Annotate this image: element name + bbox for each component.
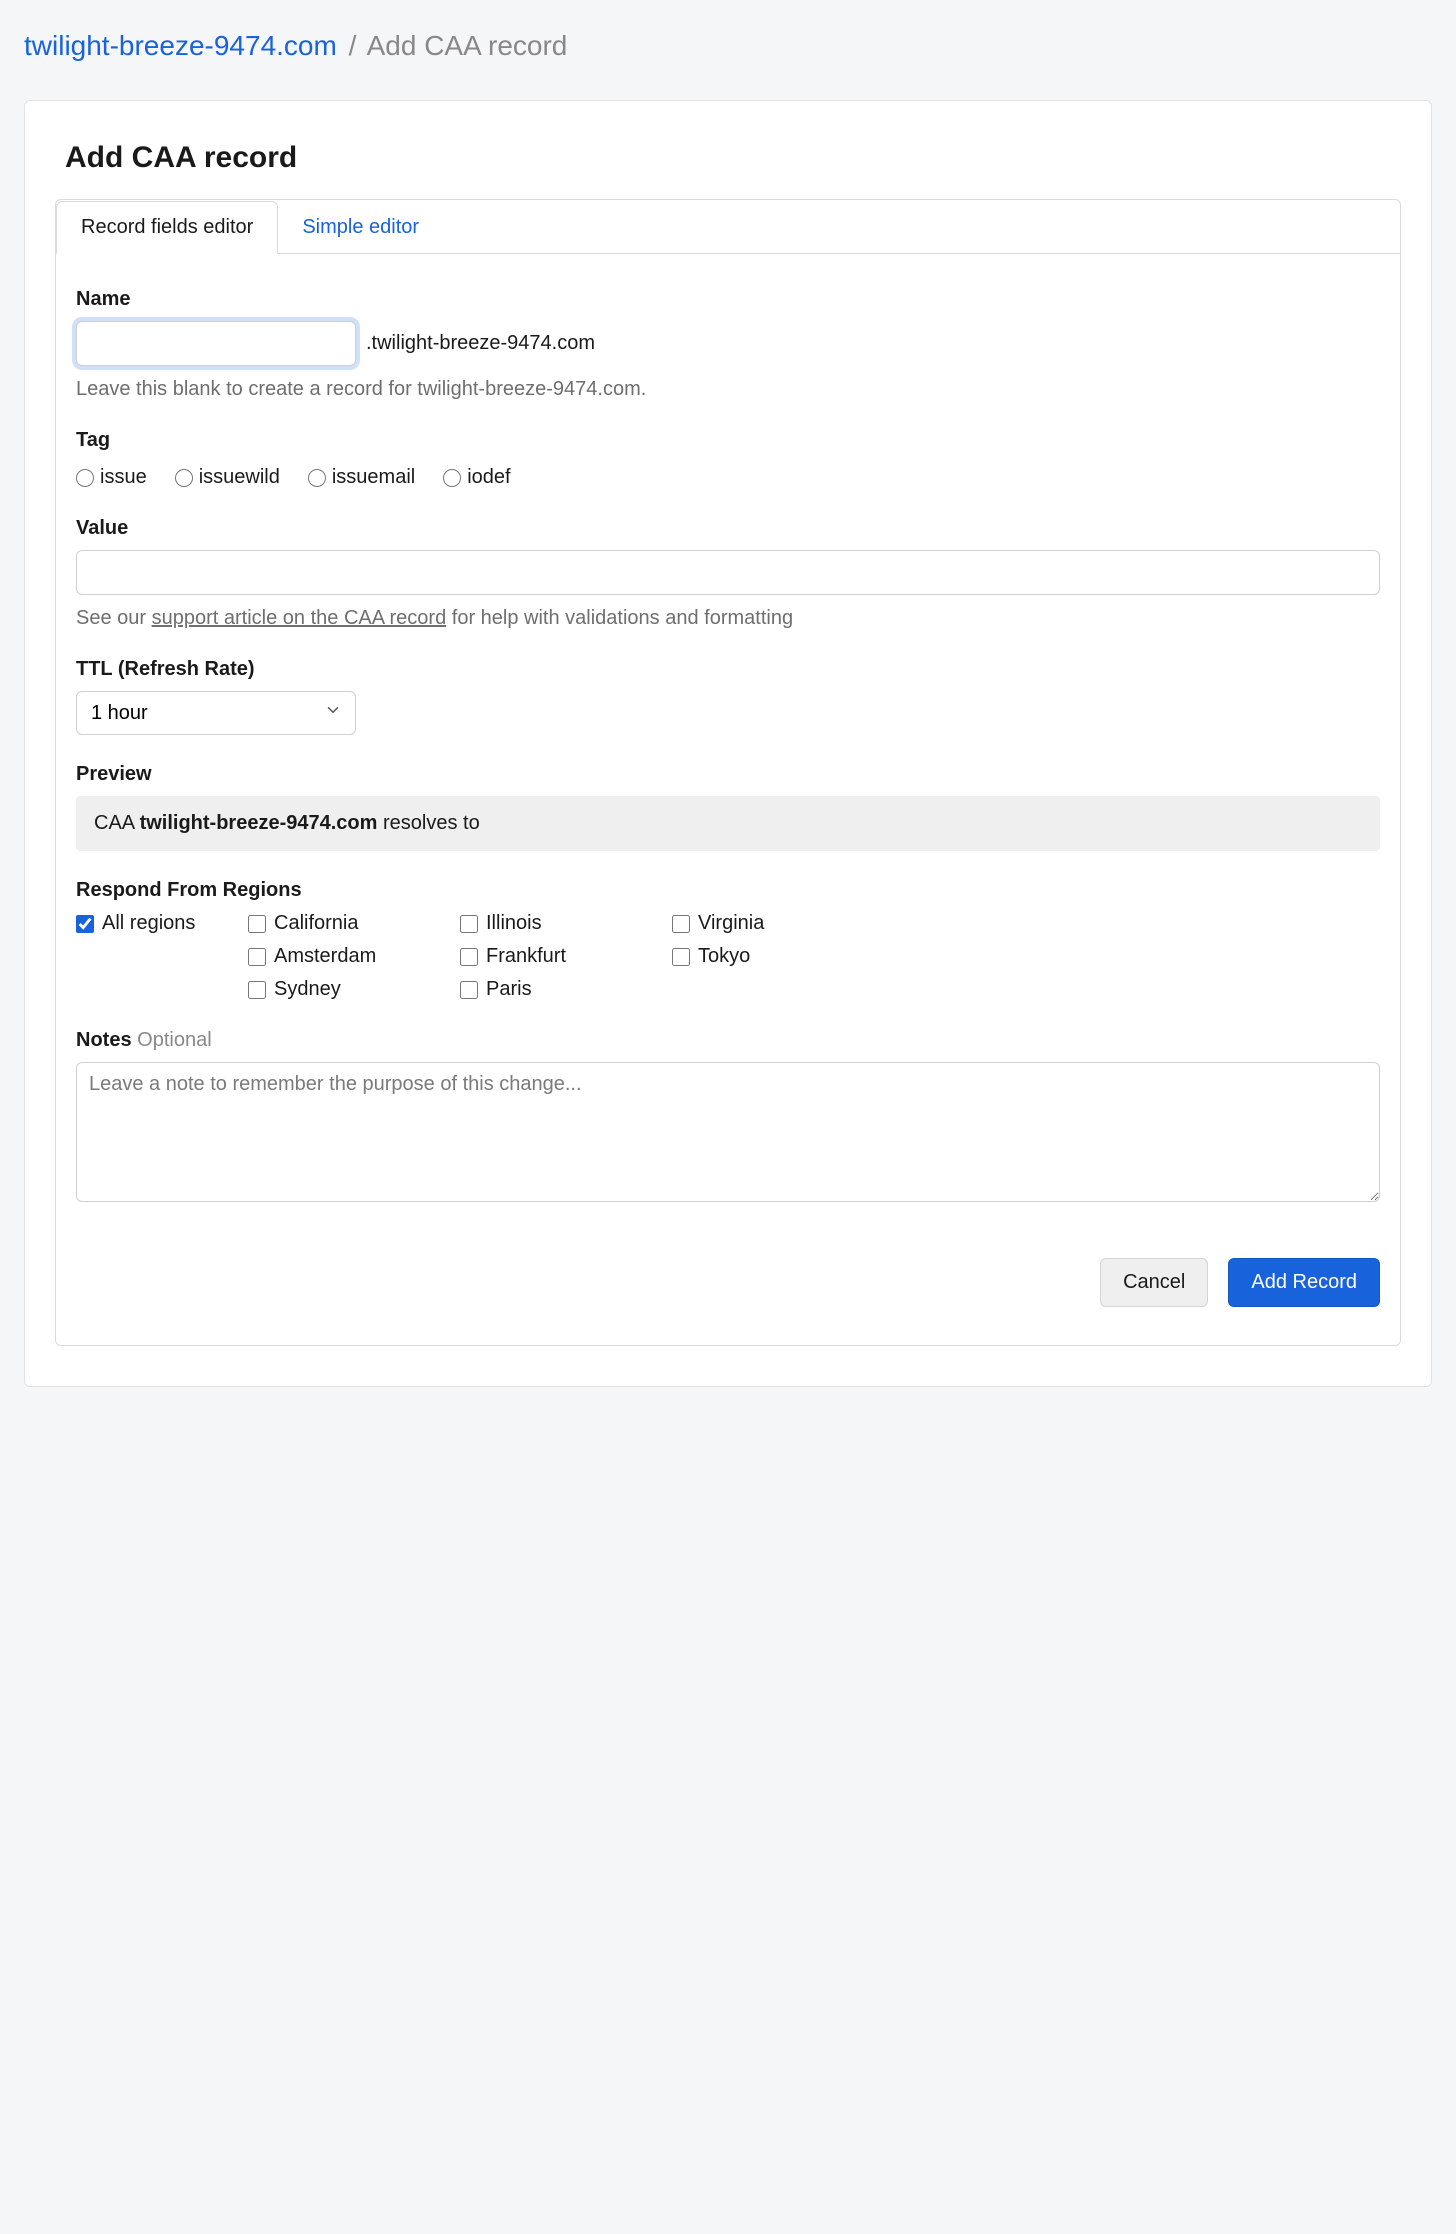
tag-option-iodef[interactable]: iodef [443,466,510,489]
region-frankfurt[interactable]: Frankfurt [460,945,660,968]
preview-domain: twilight-breeze-9474.com [140,812,378,834]
region-all-checkbox[interactable] [76,915,94,933]
tag-option-label: issuemail [332,466,415,489]
value-help-link[interactable]: support article on the CAA record [152,607,447,629]
tab-container: Record fields editor Simple editor Name … [55,199,1401,1346]
field-value: Value See our support article on the CAA… [76,517,1380,630]
field-tag: Tag issue issuewild issuemail [76,429,1380,489]
tag-option-label: iodef [467,466,510,489]
region-label: Illinois [486,912,542,935]
region-label: Sydney [274,978,341,1001]
region-checkbox[interactable] [248,981,266,999]
region-label: Virginia [698,912,764,935]
preview-prefix: CAA [94,812,140,834]
name-help-text: Leave this blank to create a record for … [76,378,1380,401]
ttl-select[interactable]: 1 hour [76,691,356,735]
notes-optional-text: Optional [137,1029,212,1051]
value-help-text: See our support article on the CAA recor… [76,607,1380,630]
ttl-label: TTL (Refresh Rate) [76,658,1380,681]
region-checkbox[interactable] [460,915,478,933]
breadcrumb-current: Add CAA record [367,30,568,61]
name-input[interactable] [76,321,356,366]
region-illinois[interactable]: Illinois [460,912,660,935]
region-label: Amsterdam [274,945,376,968]
field-regions: Respond From Regions All regions Califor… [76,879,1380,1001]
page-title: Add CAA record [65,141,1401,175]
cancel-button[interactable]: Cancel [1100,1258,1208,1307]
tag-option-issuemail[interactable]: issuemail [308,466,415,489]
region-checkbox[interactable] [248,948,266,966]
regions-label: Respond From Regions [76,879,1380,902]
value-help-prefix: See our [76,607,152,629]
breadcrumb-domain-link[interactable]: twilight-breeze-9474.com [24,30,337,61]
form-card: Add CAA record Record fields editor Simp… [24,100,1432,1387]
value-input[interactable] [76,550,1380,595]
region-california[interactable]: California [248,912,448,935]
region-label: Paris [486,978,532,1001]
region-amsterdam[interactable]: Amsterdam [248,945,448,968]
region-checkbox[interactable] [248,915,266,933]
form-actions: Cancel Add Record [76,1258,1380,1307]
tag-option-label: issue [100,466,147,489]
breadcrumb: twilight-breeze-9474.com / Add CAA recor… [24,24,1432,68]
region-all-label: All regions [102,912,195,935]
region-checkbox[interactable] [672,948,690,966]
tag-radio-iodef[interactable] [443,469,461,487]
notes-label: Notes Optional [76,1029,1380,1052]
region-all[interactable]: All regions [76,912,236,935]
tag-radio-issuemail[interactable] [308,469,326,487]
region-checkbox[interactable] [460,981,478,999]
tag-option-label: issuewild [199,466,280,489]
breadcrumb-separator: / [349,30,357,61]
region-label: California [274,912,358,935]
panel-record-fields: Name .twilight-breeze-9474.com Leave thi… [56,254,1400,1345]
value-label: Value [76,517,1380,540]
field-ttl: TTL (Refresh Rate) 1 hour [76,658,1380,735]
name-label: Name [76,288,1380,311]
region-tokyo[interactable]: Tokyo [672,945,872,968]
preview-box: CAA twilight-breeze-9474.com resolves to [76,796,1380,851]
region-sydney[interactable]: Sydney [248,978,448,1001]
preview-label: Preview [76,763,1380,786]
notes-textarea[interactable] [76,1062,1380,1202]
region-virginia[interactable]: Virginia [672,912,872,935]
region-label: Frankfurt [486,945,566,968]
region-paris[interactable]: Paris [460,978,660,1001]
tab-record-fields-editor[interactable]: Record fields editor [56,201,278,254]
region-checkbox[interactable] [672,915,690,933]
notes-label-text: Notes [76,1029,132,1051]
region-checkbox[interactable] [460,948,478,966]
add-record-button[interactable]: Add Record [1228,1258,1380,1307]
region-label: Tokyo [698,945,750,968]
field-preview: Preview CAA twilight-breeze-9474.com res… [76,763,1380,851]
value-help-suffix: for help with validations and formatting [446,607,793,629]
name-suffix: .twilight-breeze-9474.com [366,332,595,355]
tag-option-issuewild[interactable]: issuewild [175,466,280,489]
tag-label: Tag [76,429,1380,452]
field-notes: Notes Optional [76,1029,1380,1208]
tag-option-issue[interactable]: issue [76,466,147,489]
tag-radio-issuewild[interactable] [175,469,193,487]
tab-bar: Record fields editor Simple editor [56,200,1400,254]
tab-simple-editor[interactable]: Simple editor [277,201,444,254]
tag-radio-issue[interactable] [76,469,94,487]
field-name: Name .twilight-breeze-9474.com Leave thi… [76,288,1380,401]
preview-suffix: resolves to [377,812,479,834]
